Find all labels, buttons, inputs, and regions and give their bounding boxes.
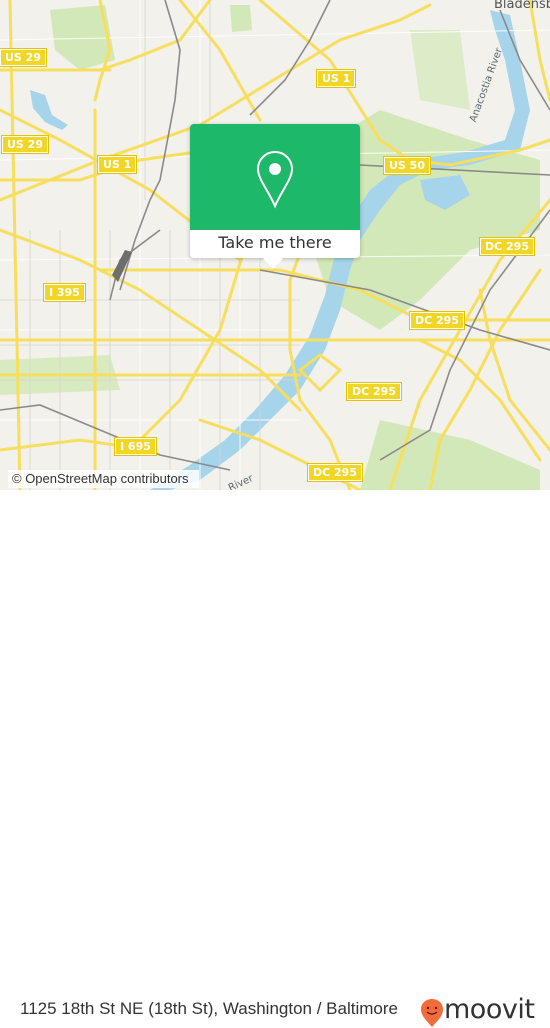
moovit-wordmark: moovit xyxy=(444,994,535,1025)
road-shield-dc295: DC 295 xyxy=(346,382,402,401)
road-shield-us29: US 29 xyxy=(1,135,49,154)
map[interactable]: US 29 US 29 US 1 US 1 US 50 I 395 DC 295… xyxy=(0,0,550,490)
road-shield-i695: I 695 xyxy=(114,437,157,456)
footer: 1125 18th St NE (18th St), Washington / … xyxy=(0,490,550,1027)
road-shield-us1: US 1 xyxy=(315,69,357,88)
road-shield-us29: US 29 xyxy=(0,48,47,67)
map-attribution[interactable]: © OpenStreetMap contributors xyxy=(8,470,199,488)
road-shield-i395: I 395 xyxy=(43,283,86,302)
road-shield-us50: US 50 xyxy=(383,156,431,175)
map-pin-icon xyxy=(256,150,294,209)
road-shield-dc295: DC 295 xyxy=(307,463,363,482)
attribution-text: © OpenStreetMap contributors xyxy=(12,471,189,486)
park-area xyxy=(410,30,470,110)
stop-address: 1125 18th St NE (18th St), Washington / … xyxy=(20,999,398,1018)
take-me-there-button[interactable]: Take me there xyxy=(190,230,360,258)
place-label-bladensburg: Bladensb xyxy=(494,0,550,12)
park-area xyxy=(230,5,252,32)
popup-header xyxy=(190,124,360,230)
moovit-logo[interactable]: moovit xyxy=(420,994,535,1027)
reservoir xyxy=(30,90,68,130)
road-shield-dc295: DC 295 xyxy=(479,237,535,256)
road-shield-us1: US 1 xyxy=(96,155,138,174)
destination-popup[interactable]: Take me there xyxy=(190,124,360,269)
rail-yard xyxy=(112,250,132,282)
road-shield-dc295: DC 295 xyxy=(409,311,465,330)
moovit-pin-icon xyxy=(421,999,443,1027)
